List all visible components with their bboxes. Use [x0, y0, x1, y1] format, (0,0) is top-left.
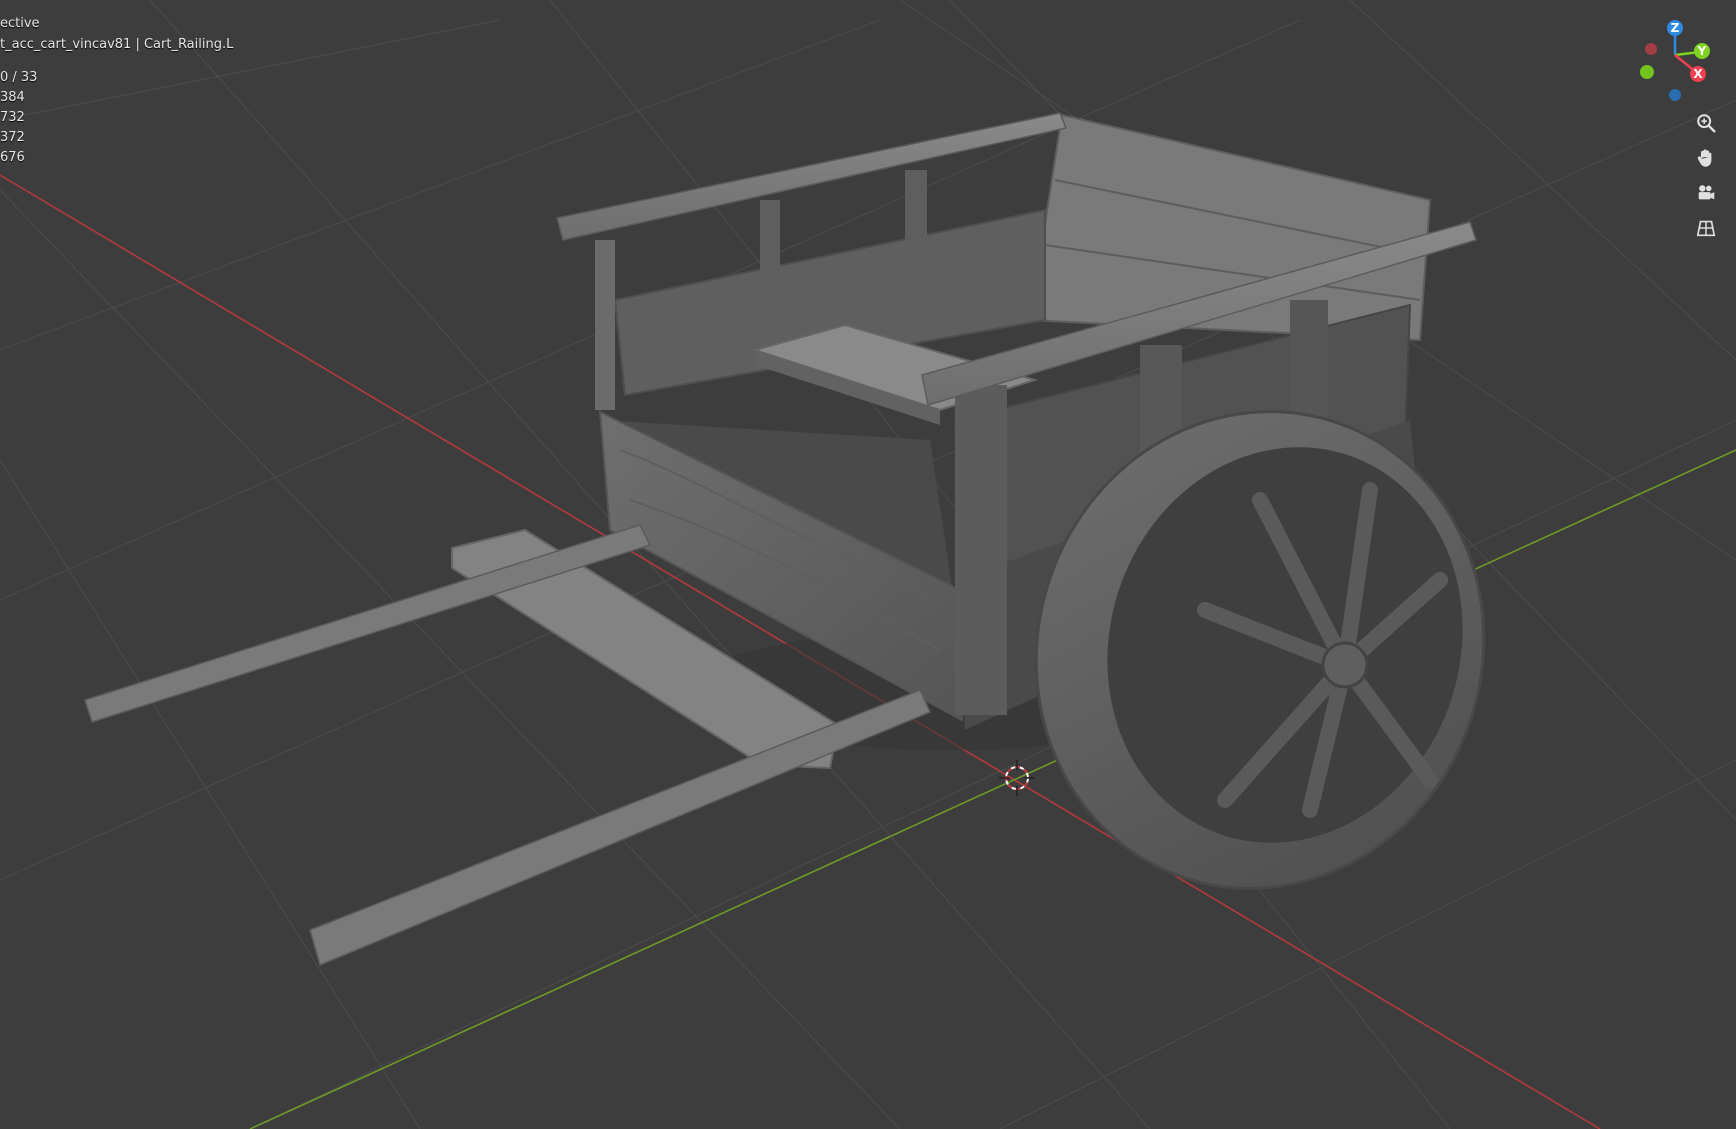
zoom-icon [1697, 114, 1716, 133]
stat-faces: 372 [0, 130, 25, 145]
view-mode-label: ective [0, 16, 40, 31]
navigation-gizmo[interactable]: Z Y X [1640, 20, 1710, 101]
stat-triangles: 676 [0, 150, 25, 165]
camera-view-button[interactable] [1691, 178, 1721, 208]
gizmo-neg-x-axis[interactable] [1645, 43, 1657, 55]
zoom-button[interactable] [1691, 108, 1721, 138]
pan-button[interactable] [1691, 143, 1721, 173]
gizmo-neg-y-axis[interactable] [1640, 65, 1654, 79]
3d-viewport[interactable]: Z Y X ective t_acc_cart_vincav81 | Cart_… [0, 0, 1736, 1129]
ortho-toggle-button[interactable] [1691, 213, 1721, 243]
stat-vertices: 384 [0, 90, 25, 105]
object-path-label: t_acc_cart_vincav81 | Cart_Railing.L [0, 37, 234, 52]
stat-edges: 732 [0, 110, 25, 125]
gizmo-z-label: Z [1671, 21, 1680, 35]
gizmo-x-label: X [1693, 67, 1703, 81]
scene-canvas[interactable]: Z Y X [0, 0, 1736, 1129]
cart-mesh[interactable] [84, 112, 1545, 967]
camera-icon [1698, 185, 1715, 200]
gizmo-y-label: Y [1697, 44, 1707, 58]
pan-hand-icon [1697, 149, 1712, 167]
ortho-grid-icon [1696, 220, 1716, 237]
stat-objects: 0 / 33 [0, 70, 38, 85]
gizmo-neg-z-axis[interactable] [1669, 89, 1681, 101]
